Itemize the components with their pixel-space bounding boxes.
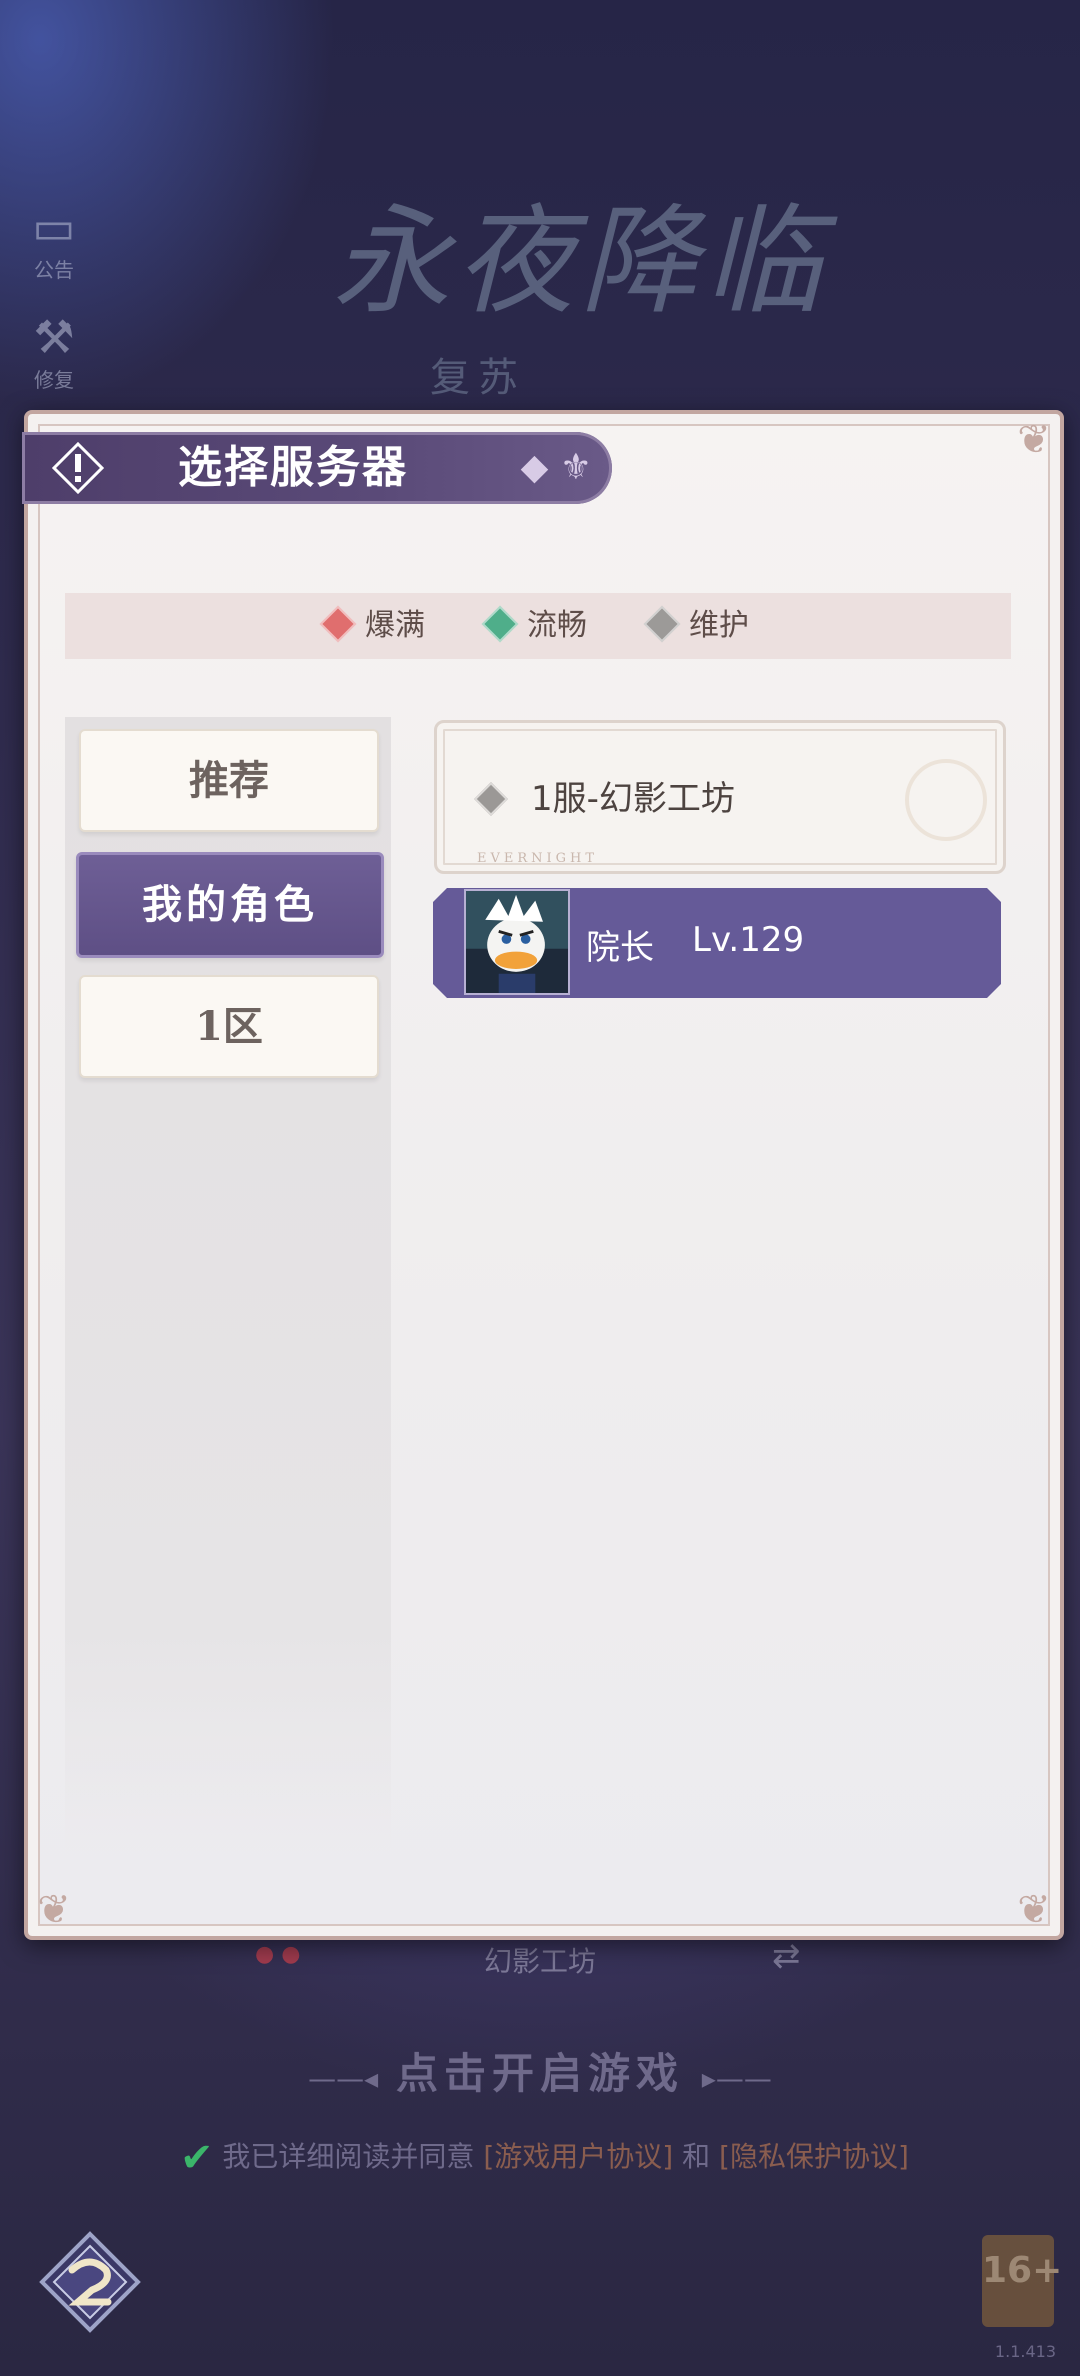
repair-button[interactable]: ⚒ 修复 xyxy=(22,310,86,393)
age-rating-badge: 16+ xyxy=(982,2235,1062,2327)
tab-zone-1[interactable]: 1区 xyxy=(79,975,379,1078)
legend-smooth-label: 流畅 xyxy=(527,608,587,643)
status-legend: 爆满 流畅 维护 xyxy=(65,593,1011,659)
server-select-row[interactable]: ● ● 幻影工坊 ⇄ xyxy=(0,1936,1080,1988)
notice-label: 公告 xyxy=(34,258,74,282)
server-name: 1服-幻影工坊 xyxy=(531,779,735,819)
corner-ornament-icon: ❦ xyxy=(37,1887,71,1933)
alert-icon xyxy=(52,442,104,494)
current-server-name: 幻影工坊 xyxy=(483,1945,596,1978)
smooth-status-icon xyxy=(481,605,519,642)
full-status-icon xyxy=(319,605,357,642)
tab-recommended[interactable]: 推荐 xyxy=(79,729,379,832)
repair-label: 修复 xyxy=(34,368,74,392)
privacy-agreement-link[interactable]: [隐私保护协议] xyxy=(719,2140,909,2173)
and-text: 和 xyxy=(682,2140,711,2173)
compass-emblem-icon xyxy=(905,759,987,841)
fleur-ornament-icon: ◆ ⚜ xyxy=(520,447,592,488)
legend-full-label: 爆满 xyxy=(365,608,425,643)
corner-ornament-icon: ❦ xyxy=(1017,417,1051,463)
legend-smooth: 流畅 xyxy=(481,593,587,659)
server-tag: EVERNIGHT xyxy=(477,851,599,866)
agreement-row: ✔ 我已详细阅读并同意 [游戏用户协议] 和 [隐私保护协议] xyxy=(180,2135,909,2181)
right-deco-icon: ▸—— xyxy=(684,2062,772,2095)
notice-icon: ▭ xyxy=(32,200,76,254)
dialog-title: 选择服务器 xyxy=(178,442,408,493)
dialog-title-bar: 选择服务器 ◆ ⚜ xyxy=(22,432,612,504)
user-agreement-link[interactable]: [游戏用户协议] xyxy=(483,2140,673,2173)
character-level: Lv.129 xyxy=(692,920,805,960)
corner-ornament-icon: ❦ xyxy=(1017,1887,1051,1933)
version-label: 1.1.413 xyxy=(994,2342,1056,2361)
legend-maintenance: 维护 xyxy=(643,593,749,659)
switch-arrows-icon: ⇄ xyxy=(772,1936,801,1976)
legend-maintenance-label: 维护 xyxy=(689,608,749,643)
legend-full: 爆满 xyxy=(319,593,425,659)
notice-button[interactable]: ▭ 公告 xyxy=(22,200,86,283)
publisher-logo-icon xyxy=(39,2231,141,2333)
agree-checkbox[interactable]: ✔ xyxy=(180,2135,214,2181)
repair-icon: ⚒ xyxy=(33,310,75,364)
character-avatar xyxy=(464,889,570,995)
maintenance-status-icon xyxy=(643,605,681,642)
start-game-label: 点击开启游戏 xyxy=(395,2049,684,2098)
game-logo-title: 永夜降临 xyxy=(331,192,828,330)
maintenance-status-icon xyxy=(474,782,508,816)
game-logo-subtitle: 复苏 xyxy=(430,355,526,401)
left-deco-icon: ——◂ xyxy=(308,2062,396,2095)
tab-my-characters[interactable]: 我的角色 xyxy=(76,852,384,958)
server-card[interactable]: 1服-幻影工坊 EVERNIGHT xyxy=(434,720,1006,874)
character-name: 院长 xyxy=(586,928,654,968)
agree-text: 我已详细阅读并同意 xyxy=(222,2140,475,2173)
start-game-button[interactable]: ——◂ 点击开启游戏 ▸—— xyxy=(0,2040,1080,2101)
